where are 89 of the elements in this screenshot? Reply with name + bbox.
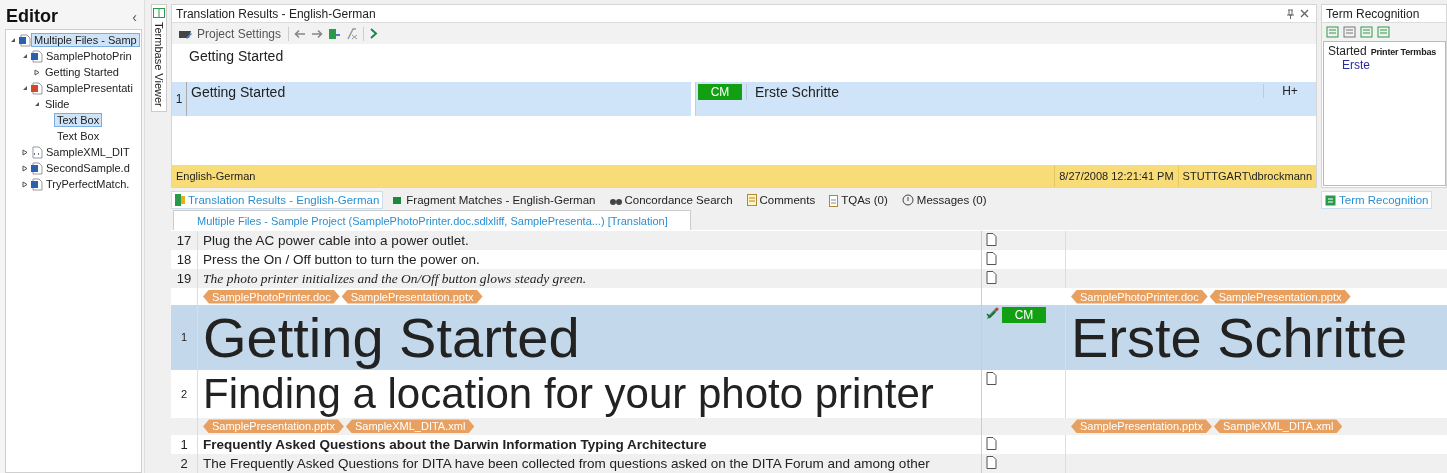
panel-tab[interactable]: Term Recognition xyxy=(1321,191,1433,210)
document-file-icon xyxy=(30,49,43,63)
file-tag: SamplePresentation.pptx xyxy=(203,419,344,434)
target-text: Erste Schritte xyxy=(1070,305,1409,370)
language-pair: English-German xyxy=(175,170,257,183)
termbase-icon xyxy=(1325,194,1336,206)
panel-tab[interactable]: Messages (0) xyxy=(897,191,991,210)
forward-arrow-icon[interactable] xyxy=(311,28,324,39)
tree-item[interactable]: Multiple Files - Samp xyxy=(31,33,140,47)
file-tag: SampleXML_DITA.xml xyxy=(1213,419,1343,434)
page-icon xyxy=(986,436,997,450)
source-text: The photo printer initializes and the On/Off button glows steady green. xyxy=(202,270,588,288)
tree-item[interactable]: Getting Started xyxy=(42,65,122,79)
tree-item[interactable]: Text Box xyxy=(54,129,103,143)
collapsed-arrow-icon[interactable] xyxy=(34,68,40,76)
panel-tab[interactable]: Fragment Matches - English-German xyxy=(389,191,600,210)
result-target: Erste Schritte xyxy=(746,84,1263,100)
result-source: Getting Started xyxy=(187,82,691,116)
file-tag: SamplePhotoPrinter.doc xyxy=(203,289,340,304)
document-file-icon xyxy=(30,177,43,191)
tree-item[interactable]: TryPerfectMatch. xyxy=(43,177,133,191)
clipboard-icon xyxy=(829,193,839,207)
page-icon xyxy=(986,252,997,265)
result-number: 1 xyxy=(172,82,187,116)
source-text: Plug the AC power cable into a power outlet. xyxy=(202,232,470,250)
target-term: Erste xyxy=(1341,58,1371,72)
file-tag: SamplePresentation.pptx xyxy=(1209,289,1351,304)
termbase-name: Printer Termbas xyxy=(1370,47,1437,57)
back-arrow-icon[interactable] xyxy=(294,28,307,39)
panel-tab[interactable]: Concordance Search xyxy=(605,191,737,210)
pencil-check-icon xyxy=(986,307,1000,320)
panel-title: Term Recognition xyxy=(1326,6,1421,21)
warning-bubble-icon xyxy=(901,194,914,207)
tree-item[interactable]: SampleXML_DIT xyxy=(43,145,133,159)
page-icon xyxy=(986,455,997,469)
tree-item[interactable]: SecondSample.d xyxy=(43,161,133,175)
slides-file-icon xyxy=(30,81,43,95)
match-badge: CM xyxy=(1002,307,1046,323)
segment-row[interactable]: 1 Getting Started CM Erste Schritte xyxy=(171,305,1447,370)
panel-tab[interactable]: TQAs (0) xyxy=(825,190,892,210)
fragment-icon xyxy=(393,195,404,206)
file-tag: SampleXML_DITA.xml xyxy=(345,419,475,434)
match-flag: H+ xyxy=(1263,84,1316,98)
source-text: Frequently Asked Questions about the Darwin Information Typing Architecture xyxy=(202,435,708,454)
expanded-arrow-icon[interactable] xyxy=(22,85,28,91)
document-tab[interactable]: Multiple Files - Sample Project (SamplePhotoPrinter.doc.sdlxliff, SamplePresenta...) [Translation] xyxy=(173,210,691,230)
pin-button[interactable] xyxy=(1284,8,1297,19)
document-file-icon xyxy=(30,161,43,175)
source-text: Getting Started xyxy=(202,305,581,370)
expanded-arrow-icon[interactable] xyxy=(34,101,40,107)
user-name: STUTTGART\dbrockmann xyxy=(1177,165,1316,188)
segment-row[interactable]: 17 Plug the AC power cable into a power outlet. xyxy=(171,231,1447,250)
date-time: 8/27/2008 12:21:41 PM xyxy=(1054,165,1178,188)
collapse-button[interactable]: ‹ xyxy=(130,8,139,25)
tree-item[interactable]: Text Box xyxy=(54,113,103,127)
page-icon xyxy=(986,371,997,385)
file-tag: SamplePresentation.pptx xyxy=(1071,419,1212,434)
sidebar-title: Editor xyxy=(6,6,58,27)
tree-item[interactable]: Slide xyxy=(42,97,73,111)
termbase-viewer-tab[interactable]: Termbase Viewer xyxy=(151,4,167,112)
panel-tab[interactable]: Comments xyxy=(742,191,820,210)
page-icon xyxy=(986,271,997,284)
segment-row[interactable]: 19 The photo printer initializes and the On/Off button glows steady green. xyxy=(171,269,1447,288)
document-file-icon xyxy=(18,33,31,47)
expanded-arrow-icon[interactable] xyxy=(10,37,16,43)
book-icon xyxy=(153,8,165,18)
expanded-arrow-icon[interactable] xyxy=(22,53,28,59)
match-badge: CM xyxy=(698,84,742,100)
results-icon xyxy=(175,194,185,207)
source-text: Getting Started xyxy=(188,47,285,66)
project-settings-button[interactable]: Project Settings xyxy=(176,26,284,41)
segment-number: 1 xyxy=(171,434,198,454)
code-file-icon xyxy=(30,145,43,159)
file-tag: SamplePhotoPrinter.doc xyxy=(1071,289,1208,304)
source-term: Started xyxy=(1328,44,1367,58)
page-icon xyxy=(986,233,997,246)
segment-number: 2 xyxy=(171,369,198,418)
panel-title: Translation Results - English-German xyxy=(176,6,377,21)
segment-number: 1 xyxy=(171,305,198,370)
source-text: Press the On / Off button to turn the power on. xyxy=(202,251,481,269)
panel-tab[interactable]: Translation Results - English-German xyxy=(171,191,384,210)
note-icon xyxy=(746,194,757,207)
file-tag: SamplePresentation.pptx xyxy=(341,289,483,304)
source-text: Finding a location for your photo printer xyxy=(202,369,935,418)
tree-item[interactable]: SamplePhotoPrin xyxy=(43,49,135,63)
tree-item[interactable]: SamplePresentati xyxy=(43,81,136,95)
segment-number: 2 xyxy=(171,453,198,473)
source-text: The Frequently Asked Questions for DITA have been collected from questions asked on the DITA Forum and among other xyxy=(202,454,931,473)
next-chevron-icon[interactable] xyxy=(369,28,379,39)
